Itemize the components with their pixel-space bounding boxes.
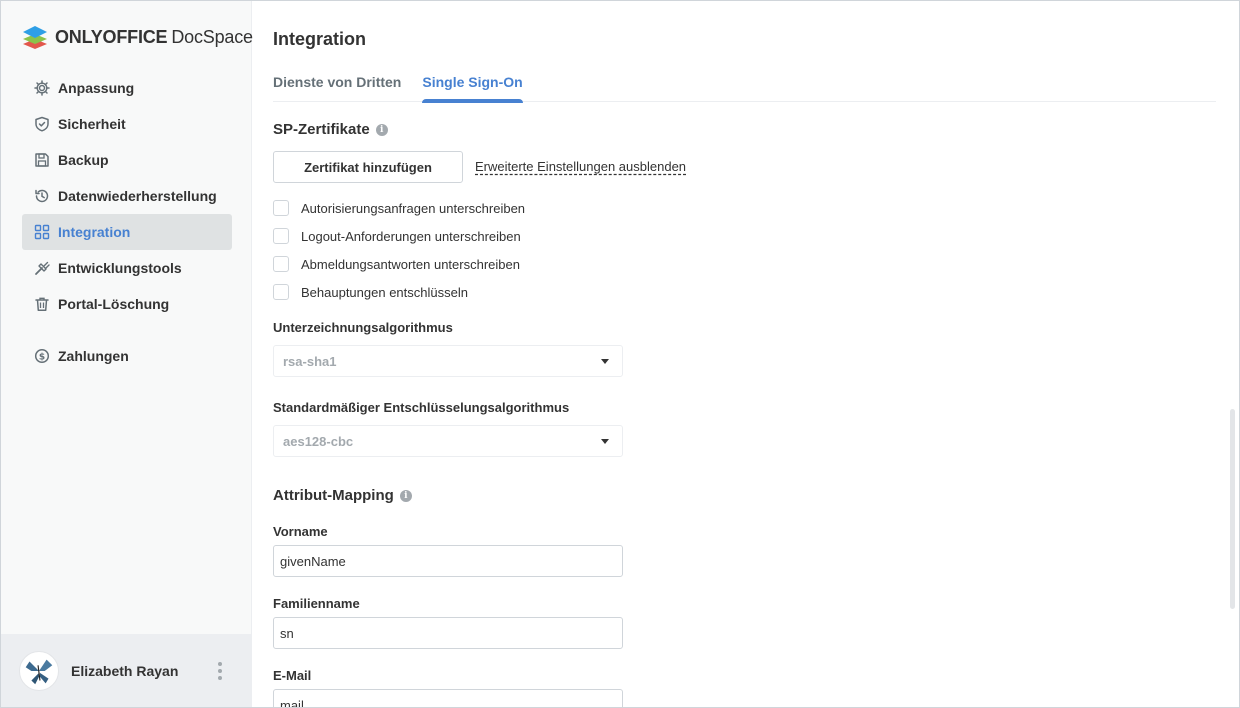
tab-third-party-services[interactable]: Dienste von Dritten (273, 74, 401, 102)
brand-bold: ONLYOFFICE (55, 26, 168, 47)
checkbox-box[interactable] (273, 200, 289, 216)
sidebar-item-label: Backup (58, 152, 109, 168)
grid-icon (34, 224, 50, 240)
sign-logout-responses-checkbox[interactable]: Abmeldungsantworten unterschreiben (273, 256, 520, 272)
profile-menu-icon[interactable] (217, 662, 223, 680)
sidebar-item-label: Datenwiederherstellung (58, 188, 217, 204)
sidebar-item-sicherheit[interactable]: Sicherheit (22, 106, 232, 142)
tools-icon (34, 260, 50, 276)
checkbox-label: Abmeldungsantworten unterschreiben (301, 256, 520, 272)
section-title-text: SP-Zertifikate (273, 121, 370, 138)
logo[interactable]: ONLYOFFICE DocSpace (21, 23, 253, 51)
sidebar-item-label: Zahlungen (58, 348, 129, 364)
gear-icon (34, 80, 50, 96)
main-content: Integration Dienste von Dritten Single S… (273, 1, 1217, 707)
sidebar: ONLYOFFICE DocSpace Anpassung Sicherheit … (1, 1, 253, 707)
tabs: Dienste von Dritten Single Sign-On (273, 74, 1216, 103)
dollar-circle-icon: $ (34, 348, 50, 364)
checkbox-label: Autorisierungsanfragen unterschreiben (301, 200, 526, 216)
sidebar-item-integration[interactable]: Integration (22, 214, 232, 250)
info-icon[interactable]: i (399, 489, 412, 502)
sidebar-item-datenwiederherstellung[interactable]: Datenwiederherstellung (22, 178, 232, 214)
hide-advanced-settings-link[interactable]: Erweiterte Einstellungen ausblenden (475, 159, 686, 174)
attribute-mapping-heading: Attribut-Mapping i (273, 487, 412, 504)
sidebar-item-label: Anpassung (58, 80, 135, 96)
last-name-input[interactable] (273, 617, 623, 649)
decrypt-assertions-checkbox[interactable]: Behauptungen entschlüsseln (273, 284, 468, 300)
checkbox-label: Logout-Anforderungen unterschreiben (301, 228, 521, 244)
avatar[interactable] (19, 650, 59, 691)
sidebar-item-label: Integration (58, 224, 131, 240)
sign-auth-requests-checkbox[interactable]: Autorisierungsanfragen unterschreiben (273, 200, 525, 216)
email-input[interactable] (273, 689, 623, 707)
first-name-label: Vorname (273, 524, 328, 539)
brand-name: ONLYOFFICE DocSpace (55, 27, 253, 48)
section-title-text: Attribut-Mapping (273, 487, 394, 504)
sp-certificates-heading: SP-Zertifikate i (273, 121, 388, 138)
email-label: E-Mail (273, 668, 312, 683)
svg-text:$: $ (39, 352, 45, 362)
chevron-down-icon (601, 359, 609, 364)
app-window: ONLYOFFICE DocSpace Anpassung Sicherheit … (0, 0, 1240, 708)
decryption-algorithm-label: Standardmäßiger Entschlüsselungsalgorith… (273, 400, 570, 415)
sidebar-item-zahlungen[interactable]: $ Zahlungen (22, 338, 232, 374)
user-profile[interactable]: Elizabeth Rayan (1, 634, 251, 707)
restore-icon (34, 188, 50, 204)
shield-icon (34, 116, 50, 132)
first-name-input[interactable] (273, 545, 623, 577)
chevron-down-icon (601, 439, 609, 444)
sign-logout-requests-checkbox[interactable]: Logout-Anforderungen unterschreiben (273, 228, 521, 244)
profile-name: Elizabeth Rayan (71, 662, 179, 679)
sidebar-item-backup[interactable]: Backup (22, 142, 232, 178)
add-certificate-button[interactable]: Zertifikat hinzufügen (273, 151, 463, 183)
sidebar-item-portal-loeschung[interactable]: Portal-Löschung (22, 286, 232, 322)
page-title: Integration (273, 29, 366, 49)
nav-separator (22, 322, 232, 338)
floppy-icon (34, 152, 50, 168)
sidebar-item-label: Portal-Löschung (58, 296, 170, 312)
info-icon[interactable]: i (375, 123, 388, 136)
select-value: rsa-sha1 (283, 353, 337, 369)
signing-algorithm-label: Unterzeichnungsalgorithmus (273, 320, 453, 335)
brand-thin: DocSpace (171, 26, 253, 47)
sidebar-item-label: Sicherheit (58, 116, 126, 132)
checkbox-box[interactable] (273, 228, 289, 244)
sidebar-item-label: Entwicklungstools (58, 260, 182, 276)
checkbox-label: Behauptungen entschlüsseln (301, 284, 468, 300)
onlyoffice-logo-icon (23, 26, 47, 49)
checkbox-box[interactable] (273, 284, 289, 300)
last-name-label: Familienname (273, 596, 360, 611)
checkbox-box[interactable] (273, 256, 289, 272)
trash-icon (34, 296, 50, 312)
scrollbar[interactable] (1230, 409, 1235, 609)
select-value: aes128-cbc (283, 433, 354, 449)
sidebar-item-anpassung[interactable]: Anpassung (22, 70, 232, 106)
butterfly-avatar-icon (25, 659, 53, 684)
signing-algorithm-select[interactable]: rsa-sha1 (273, 345, 623, 377)
sidebar-item-entwicklungstools[interactable]: Entwicklungstools (22, 250, 232, 286)
settings-nav: Anpassung Sicherheit Backup Datenwiederh… (22, 70, 232, 374)
decryption-algorithm-select[interactable]: aes128-cbc (273, 425, 623, 457)
tab-single-sign-on[interactable]: Single Sign-On (422, 74, 524, 103)
